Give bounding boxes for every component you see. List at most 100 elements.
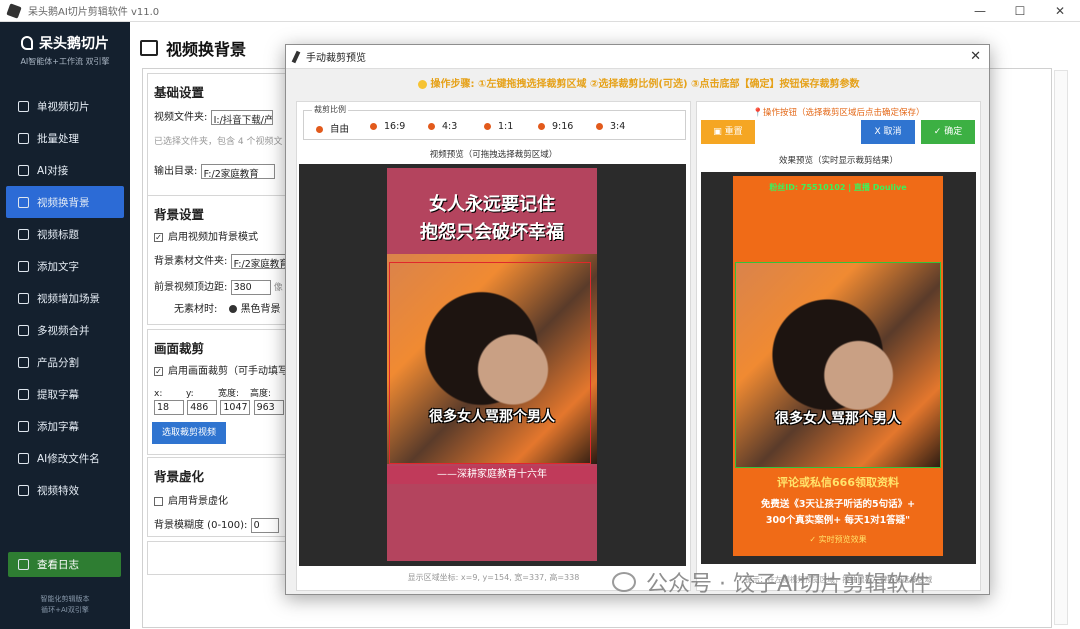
enable-blur-row[interactable]: 启用背景虚化	[154, 492, 228, 507]
close-button[interactable]: ✕	[1040, 0, 1080, 22]
ratio-group-label: 裁剪比例	[312, 104, 348, 115]
ai-icon	[18, 452, 29, 464]
window-title: 呆头鹅AI切片剪辑软件 v11.0	[28, 7, 160, 18]
window-controls: — ☐ ✕	[960, 0, 1080, 22]
effect-preview-pane: 📍操作按钮（选择裁剪区域后点击确定保存） ▣ 重置 X 取消 ✓ 确定 效果预览…	[696, 101, 981, 591]
video-headline-2: 抱怨只会破坏幸福	[420, 222, 564, 243]
crop-x-input[interactable]: 18	[154, 400, 184, 415]
minimize-button[interactable]: —	[960, 0, 1000, 22]
scene-icon	[18, 292, 29, 304]
preview-promo-1: 评论或私信666领取资料	[777, 476, 899, 489]
crop-y-input[interactable]: 486	[187, 400, 218, 415]
section-heading: 基础设置	[154, 85, 205, 100]
sidebar-item-effects[interactable]: 视频特效	[0, 474, 130, 506]
enable-crop-row[interactable]: ✓ 启用画面裁剪（可手动填写	[154, 362, 286, 377]
sidebar-item-add-text[interactable]: 添加文字	[0, 250, 130, 282]
wechat-icon	[612, 572, 636, 592]
crop-ratio-group: 裁剪比例 自由 16:9 4:3 1:1 9:16 3:4	[303, 104, 686, 140]
view-log-label: 查看日志	[37, 559, 79, 571]
blur-level-row: 背景模糊度 (0-100): 0	[154, 516, 279, 533]
top-margin-input[interactable]: 380	[230, 279, 271, 295]
brand-subtitle: AI智能体+工作流 双引擎	[20, 57, 110, 66]
enable-background-checkbox[interactable]: ✓	[154, 232, 163, 242]
enable-background-row[interactable]: ✓ 启用视频加背景模式	[154, 228, 258, 243]
sidebar-item-label: 添加字幕	[37, 420, 79, 433]
pen-icon	[18, 260, 29, 272]
reset-label: 重置	[724, 127, 743, 137]
sidebar-item-product-split[interactable]: 产品分割	[0, 346, 130, 378]
video-headline-1: 女人永远要记住	[429, 194, 555, 215]
reset-button[interactable]: ▣ 重置	[701, 120, 755, 144]
list-icon	[18, 132, 29, 144]
ratio-9-16-option[interactable]: 9:16	[538, 121, 573, 132]
sidebar-item-merge[interactable]: 多视频合并	[0, 314, 130, 346]
scrollbar[interactable]	[1054, 70, 1068, 625]
sidebar-item-background[interactable]: 视频换背景	[6, 186, 124, 218]
video-folder-row: 视频文件夹: I:/抖音下载/产	[154, 108, 273, 125]
crop-height-input[interactable]: 963	[253, 400, 284, 415]
manual-crop-dialog: 手动裁剪预览 ✕ 操作步骤: ①左键拖拽选择裁剪区域 ②选择裁剪比例(可选) ③…	[285, 44, 990, 595]
enable-crop-checkbox[interactable]: ✓	[154, 366, 163, 376]
sidebar-item-label: 产品分割	[37, 356, 79, 369]
preview-crop-border	[735, 262, 941, 468]
sidebar-item-ai-rename[interactable]: AI修改文件名	[0, 442, 130, 474]
sidebar-item-add-subs[interactable]: 添加字幕	[0, 410, 130, 442]
blur-level-input[interactable]: 0	[250, 517, 279, 533]
footer-line: 循环+AI双引擎	[41, 606, 89, 614]
black-bg-radio[interactable]	[228, 305, 237, 313]
ratio-4-3-option[interactable]: 4:3	[428, 121, 457, 132]
video-folder-input[interactable]: I:/抖音下载/产	[210, 109, 273, 125]
sidebar-item-label: 单视频切片	[37, 100, 90, 113]
sidebar-nav: 单视频切片 批量处理 AI对接 视频换背景 视频标题 添加文字 视频增加场景 多…	[0, 90, 130, 506]
sidebar-item-ai[interactable]: AI对接	[0, 154, 130, 186]
film-icon	[18, 100, 29, 112]
brand-name: 呆头鹅切片	[39, 36, 109, 52]
goose-logo-icon	[21, 36, 33, 50]
basic-settings-section: 基础设置 视频文件夹: I:/抖音下载/产 已选择文件夹，包含 4 个视频文 输…	[147, 73, 287, 199]
material-folder-input[interactable]: F:/2家庭教育	[230, 253, 286, 269]
robot-icon	[18, 164, 29, 176]
sidebar-item-label: 多视频合并	[37, 324, 90, 337]
sidebar-item-label: 视频换背景	[37, 196, 90, 209]
crop-values-row: 18 486 1047 963	[154, 400, 284, 415]
ratio-free-option[interactable]: 自由	[316, 121, 349, 135]
effect-preview-canvas: 粉丝ID: 75510102 | 直播 Doulive 很多女人骂那个男人 评论…	[701, 172, 976, 564]
split-icon	[18, 356, 29, 368]
sidebar-item-add-scene[interactable]: 视频增加场景	[0, 282, 130, 314]
sidebar-item-label: 批量处理	[37, 132, 79, 145]
ops-label-text: 操作按钮（选择裁剪区域后点击确定保存）	[763, 108, 925, 118]
material-folder-row: 背景素材文件夹: F:/2家庭教育	[154, 252, 286, 269]
confirm-button[interactable]: ✓ 确定	[921, 120, 975, 144]
view-log-button[interactable]: 查看日志	[8, 552, 121, 577]
feather-icon	[291, 50, 301, 63]
top-margin-unit: 像	[273, 283, 283, 293]
video-preview-canvas[interactable]: 女人永远要记住 抱怨只会破坏幸福 很多女人骂那个男人 ——深耕家庭教育十六年	[299, 164, 686, 566]
preview-bottom-note: ✓ 实时预览效果	[809, 535, 867, 544]
preview-frame: 粉丝ID: 75510102 | 直播 Doulive 很多女人骂那个男人 评论…	[733, 176, 943, 556]
ratio-1-1-option[interactable]: 1:1	[484, 121, 513, 132]
ratio-16-9-option[interactable]: 16:9	[370, 121, 405, 132]
sidebar-item-label: 视频标题	[37, 228, 79, 241]
sparkle-icon	[18, 484, 29, 496]
sidebar-item-extract-subs[interactable]: 提取字幕	[0, 378, 130, 410]
output-dir-input[interactable]: F:/2家庭教育	[200, 163, 275, 179]
cancel-button[interactable]: X 取消	[861, 120, 915, 144]
sidebar-item-batch[interactable]: 批量处理	[0, 122, 130, 154]
crop-x-label: x:	[154, 389, 163, 399]
section-heading: 画面裁剪	[154, 341, 205, 356]
crop-width-input[interactable]: 1047	[220, 400, 251, 415]
output-dir-row: 输出目录: F:/2家庭教育	[154, 162, 275, 179]
ratio-label: 1:1	[498, 121, 514, 132]
brand: 呆头鹅切片 AI智能体+工作流 双引擎	[0, 22, 130, 78]
crop-width-label: 宽度:	[218, 389, 240, 399]
enable-blur-checkbox[interactable]	[154, 496, 163, 506]
crop-selection-rect[interactable]	[389, 262, 591, 464]
dialog-close-button[interactable]: ✕	[970, 49, 981, 64]
material-folder-label: 背景素材文件夹:	[154, 256, 228, 267]
sidebar-item-single-video[interactable]: 单视频切片	[0, 90, 130, 122]
ratio-label: 9:16	[552, 121, 574, 132]
sidebar-item-title[interactable]: 视频标题	[0, 218, 130, 250]
maximize-button[interactable]: ☐	[1000, 0, 1040, 22]
pick-crop-video-button[interactable]: 选取裁剪视频	[152, 422, 226, 444]
ratio-3-4-option[interactable]: 3:4	[596, 121, 625, 132]
